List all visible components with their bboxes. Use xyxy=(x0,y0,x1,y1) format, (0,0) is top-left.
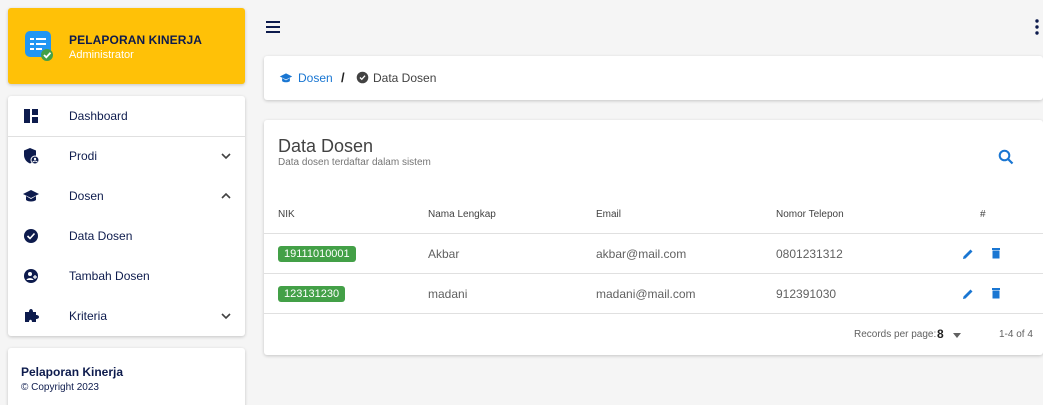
cell-email: madani@mail.com xyxy=(596,287,696,301)
sidebar-item-label: Tambah Dosen xyxy=(69,269,150,283)
page-subtitle: Data dosen terdaftar dalam sistem xyxy=(278,157,431,168)
breadcrumb: Dosen / Data Dosen xyxy=(264,56,1043,100)
column-header-actions: # xyxy=(980,209,986,220)
sidebar-item-dosen[interactable]: Dosen xyxy=(8,176,245,216)
cell-email: akbar@mail.com xyxy=(596,247,687,261)
nik-chip: 19111010001 xyxy=(278,246,356,262)
edit-icon[interactable] xyxy=(962,288,974,300)
chevron-down-icon xyxy=(221,153,231,160)
account-plus-icon xyxy=(24,269,38,283)
cell-telepon: 0801231312 xyxy=(776,247,843,261)
sidebar-item-label: Dosen xyxy=(69,189,104,203)
report-check-icon xyxy=(25,31,53,61)
more-vert-icon[interactable] xyxy=(1034,18,1040,36)
delete-icon[interactable] xyxy=(990,287,1002,299)
column-header-email[interactable]: Email xyxy=(596,209,621,220)
chevron-up-icon xyxy=(221,192,231,199)
badge-check-icon xyxy=(24,229,38,243)
school-icon xyxy=(23,190,39,202)
records-per-page-label: Records per page: xyxy=(854,329,937,340)
sidebar-item-data-dosen[interactable]: Data Dosen xyxy=(8,216,245,256)
sidebar-item-label: Kriteria xyxy=(69,309,108,323)
badge-check-icon xyxy=(356,71,369,84)
brand-card: PELAPORAN KINERJA Administrator xyxy=(8,8,245,84)
cell-nama: madani xyxy=(428,287,468,301)
sidebar-footer: Pelaporan Kinerja © Copyright 2023 xyxy=(8,348,245,405)
school-icon xyxy=(279,73,293,83)
footer-copyright: © Copyright 2023 xyxy=(21,382,99,393)
search-icon[interactable] xyxy=(998,149,1014,165)
menu-icon[interactable] xyxy=(266,21,280,33)
breadcrumb-separator: / xyxy=(341,70,345,85)
sidebar-item-label: Dashboard xyxy=(69,109,128,123)
breadcrumb-current: Data Dosen xyxy=(373,71,437,85)
table-divider xyxy=(264,273,1043,274)
cell-telepon: 912391030 xyxy=(776,287,837,301)
breadcrumb-link-dosen[interactable]: Dosen xyxy=(298,71,333,85)
cell-nama: Akbar xyxy=(428,247,460,261)
column-header-telepon[interactable]: Nomor Telepon xyxy=(776,209,844,220)
edit-icon[interactable] xyxy=(962,248,974,260)
page-title: Data Dosen xyxy=(278,136,374,156)
pagination-range: 1-4 of 4 xyxy=(999,329,1033,340)
shield-user-icon xyxy=(24,148,40,165)
puzzle-icon xyxy=(25,309,39,322)
table-divider xyxy=(264,313,1043,314)
data-dosen-card: Data Dosen Data dosen terdaftar dalam si… xyxy=(264,120,1043,355)
nik-chip: 123131230 xyxy=(278,286,346,302)
footer-title: Pelaporan Kinerja xyxy=(21,365,124,379)
caret-down-icon[interactable] xyxy=(953,333,961,338)
sidebar-item-label: Prodi xyxy=(69,149,98,163)
app-title: PELAPORAN KINERJA xyxy=(69,33,203,47)
records-per-page-select[interactable]: 8 xyxy=(937,327,944,341)
column-header-nama[interactable]: Nama Lengkap xyxy=(428,209,496,220)
sidebar-item-tambah-dosen[interactable]: Tambah Dosen xyxy=(8,256,245,296)
sidebar-item-label: Data Dosen xyxy=(69,229,133,243)
sidebar-menu: Dashboard Prodi Dosen Data Dosen Tambah … xyxy=(8,96,245,336)
sidebar-item-kriteria[interactable]: Kriteria xyxy=(8,296,245,336)
dashboard-icon xyxy=(24,109,38,123)
user-role: Administrator xyxy=(69,49,134,61)
chevron-down-icon xyxy=(221,313,231,320)
table-divider xyxy=(264,233,1043,234)
delete-icon[interactable] xyxy=(990,247,1002,259)
column-header-nik[interactable]: NIK xyxy=(278,209,295,220)
sidebar-item-prodi[interactable]: Prodi xyxy=(8,136,245,176)
sidebar-item-dashboard[interactable]: Dashboard xyxy=(8,96,245,136)
